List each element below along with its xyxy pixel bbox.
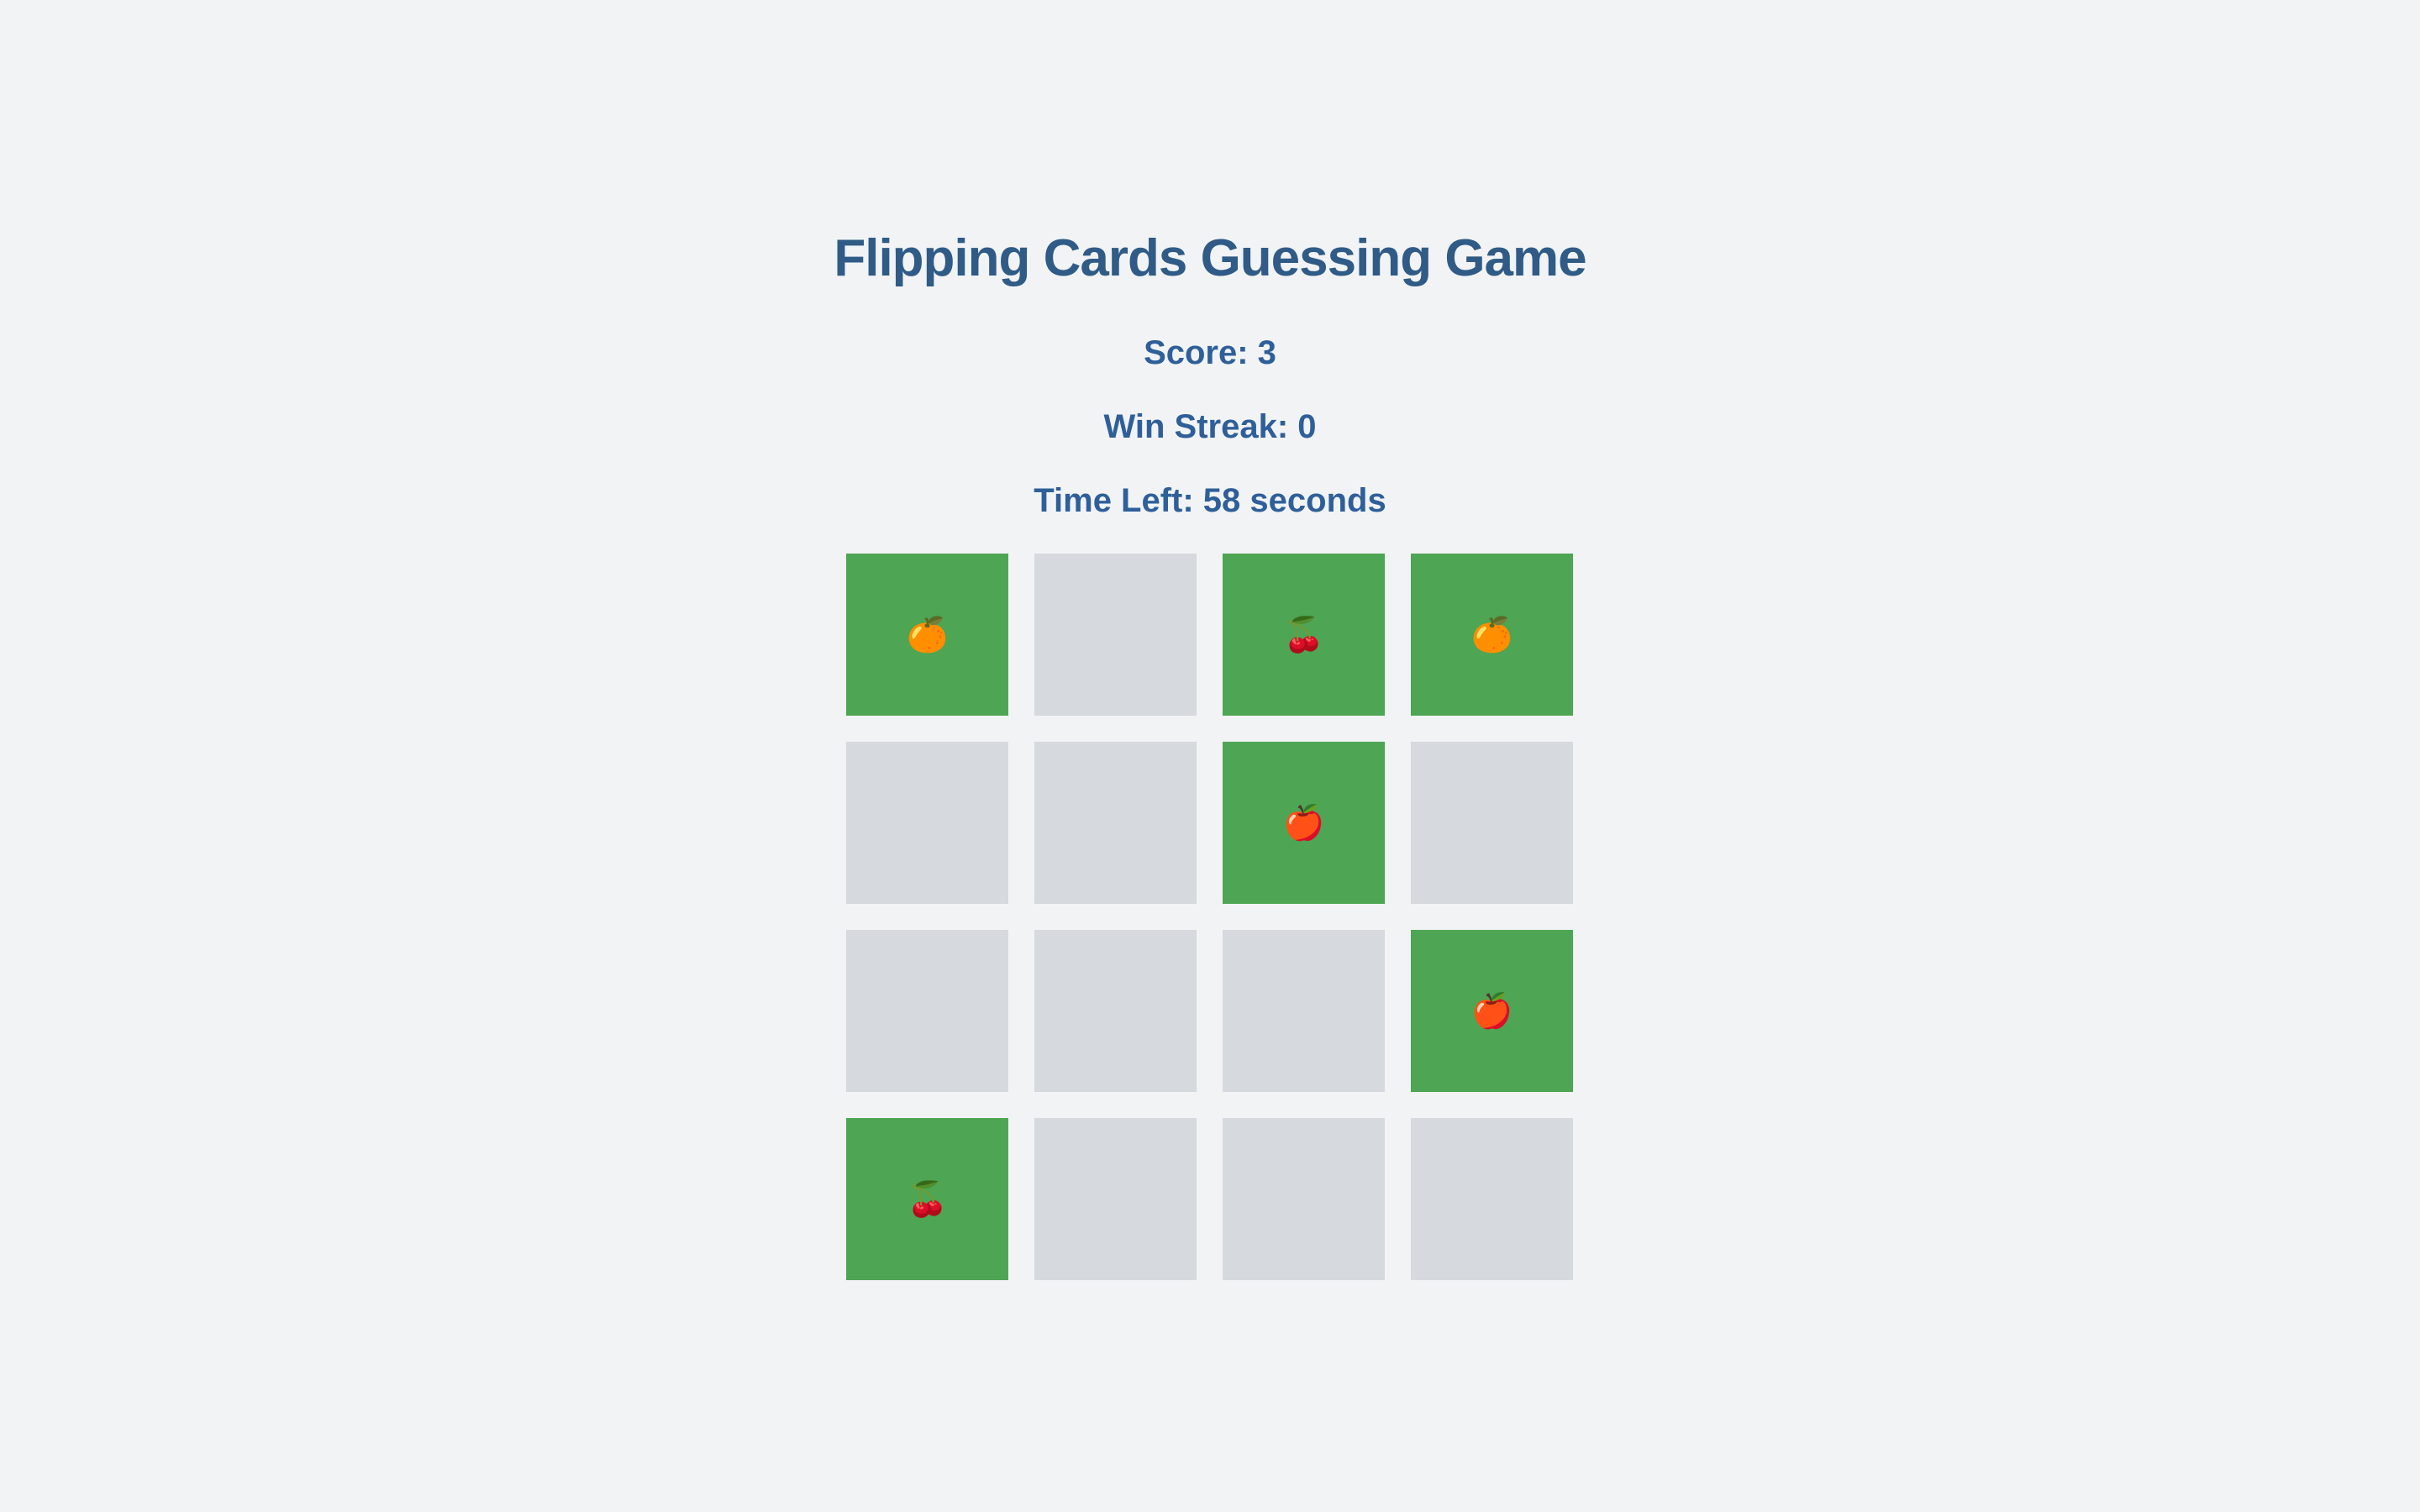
card-9[interactable] [846,930,1008,1092]
card-6[interactable] [1034,742,1197,904]
card-2[interactable] [1034,554,1197,716]
cherries-icon: 🍒 [906,1180,949,1218]
card-8[interactable] [1411,742,1573,904]
cherries-icon: 🍒 [1282,616,1325,654]
card-5[interactable] [846,742,1008,904]
card-14[interactable] [1034,1118,1197,1280]
game-page: Flipping Cards Guessing Game Score: 3 Wi… [0,0,2420,1512]
win-streak-text: Win Streak: 0 [1103,408,1317,445]
orange-icon: 🍊 [1470,616,1513,654]
orange-icon: 🍊 [906,616,949,654]
score-text: Score: 3 [1144,334,1276,371]
card-4[interactable]: 🍊 [1411,554,1573,716]
card-15[interactable] [1223,1118,1385,1280]
card-7[interactable]: 🍎 [1223,742,1385,904]
card-13[interactable]: 🍒 [846,1118,1008,1280]
card-grid: 🍊 🍒 🍊 🍎 🍎 🍒 [846,554,1574,1281]
card-12[interactable]: 🍎 [1411,930,1573,1092]
card-10[interactable] [1034,930,1197,1092]
card-1[interactable]: 🍊 [846,554,1008,716]
game-title: Flipping Cards Guessing Game [834,229,1586,287]
card-16[interactable] [1411,1118,1573,1280]
card-11[interactable] [1223,930,1385,1092]
time-left-text: Time Left: 58 seconds [1034,482,1386,519]
card-3[interactable]: 🍒 [1223,554,1385,716]
apple-icon: 🍎 [1470,992,1513,1030]
apple-icon: 🍎 [1282,804,1325,842]
